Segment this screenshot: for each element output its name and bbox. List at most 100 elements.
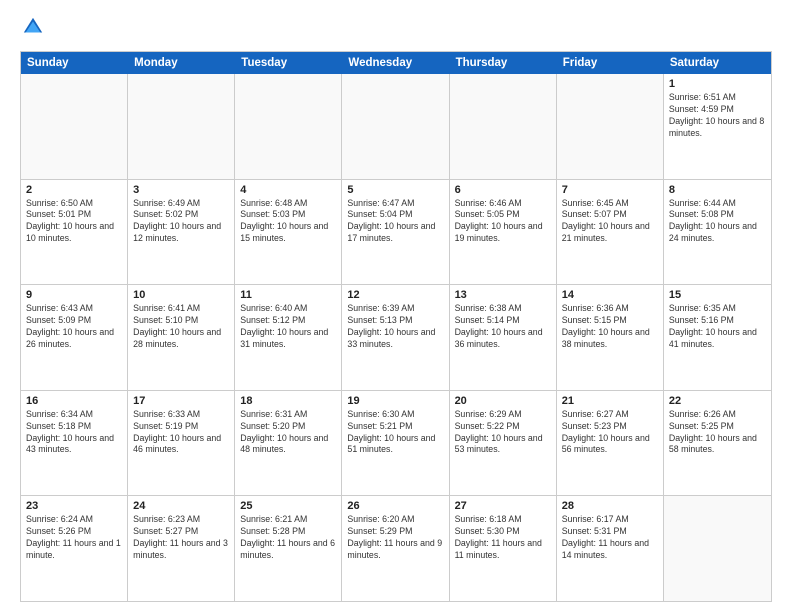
calendar-cell-0-0 [21,74,128,179]
calendar-cell-0-3 [342,74,449,179]
day-number: 8 [669,184,766,196]
day-info: Sunrise: 6:26 AM Sunset: 5:25 PM Dayligh… [669,409,766,457]
calendar-cell-3-2: 18Sunrise: 6:31 AM Sunset: 5:20 PM Dayli… [235,391,342,496]
day-number: 18 [240,395,336,407]
day-number: 15 [669,289,766,301]
calendar-row-2: 9 Sunrise: 6:43 AM Sunset: 5:09 PM Daylig… [21,285,771,391]
day-info: Sunrise: 6:33 AM Sunset: 5:19 PM Dayligh… [133,409,229,457]
day-info: Sunrise: 6:34 AM Sunset: 5:18 PM Dayligh… [26,409,122,457]
day-info: Sunrise: 6:48 AM Sunset: 5:03 PM Dayligh… [240,198,336,246]
calendar-cell-4-1: 24 Sunrise: 6:23 AM Sunset: 5:27 PM Dayli… [128,496,235,601]
calendar-cell-1-5: 7 Sunrise: 6:45 AM Sunset: 5:07 PM Daylig… [557,180,664,285]
day-number: 12 [347,289,443,301]
day-info: Sunrise: 6:43 AM Sunset: 5:09 PM Dayligh… [26,303,122,351]
calendar-cell-2-4: 13 Sunrise: 6:38 AM Sunset: 5:14 PM Dayli… [450,285,557,390]
header-day-friday: Friday [557,52,664,74]
day-number: 25 [240,500,336,512]
calendar-cell-0-2 [235,74,342,179]
day-info: Sunrise: 6:47 AM Sunset: 5:04 PM Dayligh… [347,198,443,246]
calendar-cell-1-1: 3 Sunrise: 6:49 AM Sunset: 5:02 PM Daylig… [128,180,235,285]
day-number: 1 [669,78,766,90]
day-number: 6 [455,184,551,196]
page: SundayMondayTuesdayWednesdayThursdayFrid… [0,0,792,612]
day-number: 26 [347,500,443,512]
calendar-cell-3-5: 21 Sunrise: 6:27 AM Sunset: 5:23 PM Dayli… [557,391,664,496]
calendar-cell-4-3: 26 Sunrise: 6:20 AM Sunset: 5:29 PM Dayli… [342,496,449,601]
day-info: Sunrise: 6:23 AM Sunset: 5:27 PM Dayligh… [133,514,229,562]
calendar-body: 1 Sunrise: 6:51 AM Sunset: 4:59 PM Daylig… [21,74,771,601]
calendar-cell-2-1: 10 Sunrise: 6:41 AM Sunset: 5:10 PM Dayli… [128,285,235,390]
day-info: Sunrise: 6:27 AM Sunset: 5:23 PM Dayligh… [562,409,658,457]
calendar-cell-1-3: 5Sunrise: 6:47 AM Sunset: 5:04 PM Daylig… [342,180,449,285]
day-number: 22 [669,395,766,407]
calendar-cell-4-4: 27Sunrise: 6:18 AM Sunset: 5:30 PM Dayli… [450,496,557,601]
calendar-cell-0-6: 1 Sunrise: 6:51 AM Sunset: 4:59 PM Daylig… [664,74,771,179]
day-info: Sunrise: 6:24 AM Sunset: 5:26 PM Dayligh… [26,514,122,562]
header-day-thursday: Thursday [450,52,557,74]
calendar-cell-3-1: 17 Sunrise: 6:33 AM Sunset: 5:19 PM Dayli… [128,391,235,496]
day-info: Sunrise: 6:45 AM Sunset: 5:07 PM Dayligh… [562,198,658,246]
header-day-tuesday: Tuesday [235,52,342,74]
day-number: 10 [133,289,229,301]
calendar-cell-3-0: 16 Sunrise: 6:34 AM Sunset: 5:18 PM Dayli… [21,391,128,496]
calendar-cell-1-2: 4 Sunrise: 6:48 AM Sunset: 5:03 PM Daylig… [235,180,342,285]
day-info: Sunrise: 6:21 AM Sunset: 5:28 PM Dayligh… [240,514,336,562]
calendar-cell-1-6: 8 Sunrise: 6:44 AM Sunset: 5:08 PM Daylig… [664,180,771,285]
calendar-cell-2-3: 12Sunrise: 6:39 AM Sunset: 5:13 PM Dayli… [342,285,449,390]
day-number: 14 [562,289,658,301]
calendar-cell-2-0: 9 Sunrise: 6:43 AM Sunset: 5:09 PM Daylig… [21,285,128,390]
calendar-cell-3-6: 22 Sunrise: 6:26 AM Sunset: 5:25 PM Dayli… [664,391,771,496]
calendar-header: SundayMondayTuesdayWednesdayThursdayFrid… [21,52,771,74]
calendar-row-4: 23 Sunrise: 6:24 AM Sunset: 5:26 PM Dayli… [21,496,771,601]
day-number: 13 [455,289,551,301]
day-info: Sunrise: 6:44 AM Sunset: 5:08 PM Dayligh… [669,198,766,246]
header-day-monday: Monday [128,52,235,74]
day-number: 16 [26,395,122,407]
calendar-cell-0-4 [450,74,557,179]
day-number: 4 [240,184,336,196]
header [20,16,772,43]
day-info: Sunrise: 6:51 AM Sunset: 4:59 PM Dayligh… [669,92,766,140]
day-info: Sunrise: 6:49 AM Sunset: 5:02 PM Dayligh… [133,198,229,246]
day-info: Sunrise: 6:17 AM Sunset: 5:31 PM Dayligh… [562,514,658,562]
day-info: Sunrise: 6:30 AM Sunset: 5:21 PM Dayligh… [347,409,443,457]
day-info: Sunrise: 6:20 AM Sunset: 5:29 PM Dayligh… [347,514,443,562]
calendar-cell-4-2: 25 Sunrise: 6:21 AM Sunset: 5:28 PM Dayli… [235,496,342,601]
logo [20,16,44,43]
day-number: 2 [26,184,122,196]
day-number: 19 [347,395,443,407]
day-info: Sunrise: 6:29 AM Sunset: 5:22 PM Dayligh… [455,409,551,457]
day-info: Sunrise: 6:41 AM Sunset: 5:10 PM Dayligh… [133,303,229,351]
calendar-cell-4-5: 28 Sunrise: 6:17 AM Sunset: 5:31 PM Dayli… [557,496,664,601]
day-number: 20 [455,395,551,407]
calendar-cell-3-3: 19 Sunrise: 6:30 AM Sunset: 5:21 PM Dayli… [342,391,449,496]
calendar: SundayMondayTuesdayWednesdayThursdayFrid… [20,51,772,602]
calendar-cell-4-6 [664,496,771,601]
day-number: 23 [26,500,122,512]
calendar-row-3: 16 Sunrise: 6:34 AM Sunset: 5:18 PM Dayli… [21,391,771,497]
day-info: Sunrise: 6:18 AM Sunset: 5:30 PM Dayligh… [455,514,551,562]
day-number: 17 [133,395,229,407]
day-info: Sunrise: 6:35 AM Sunset: 5:16 PM Dayligh… [669,303,766,351]
calendar-cell-2-6: 15 Sunrise: 6:35 AM Sunset: 5:16 PM Dayli… [664,285,771,390]
day-info: Sunrise: 6:36 AM Sunset: 5:15 PM Dayligh… [562,303,658,351]
day-number: 24 [133,500,229,512]
day-number: 9 [26,289,122,301]
day-number: 11 [240,289,336,301]
calendar-cell-1-4: 6Sunrise: 6:46 AM Sunset: 5:05 PM Daylig… [450,180,557,285]
day-number: 7 [562,184,658,196]
calendar-row-1: 2 Sunrise: 6:50 AM Sunset: 5:01 PM Daylig… [21,180,771,286]
logo-icon [22,16,44,38]
calendar-cell-1-0: 2 Sunrise: 6:50 AM Sunset: 5:01 PM Daylig… [21,180,128,285]
calendar-cell-2-2: 11Sunrise: 6:40 AM Sunset: 5:12 PM Dayli… [235,285,342,390]
day-info: Sunrise: 6:38 AM Sunset: 5:14 PM Dayligh… [455,303,551,351]
day-number: 3 [133,184,229,196]
calendar-cell-0-5 [557,74,664,179]
day-number: 21 [562,395,658,407]
header-day-wednesday: Wednesday [342,52,449,74]
day-info: Sunrise: 6:50 AM Sunset: 5:01 PM Dayligh… [26,198,122,246]
day-number: 28 [562,500,658,512]
header-day-sunday: Sunday [21,52,128,74]
calendar-cell-2-5: 14 Sunrise: 6:36 AM Sunset: 5:15 PM Dayli… [557,285,664,390]
calendar-cell-0-1 [128,74,235,179]
